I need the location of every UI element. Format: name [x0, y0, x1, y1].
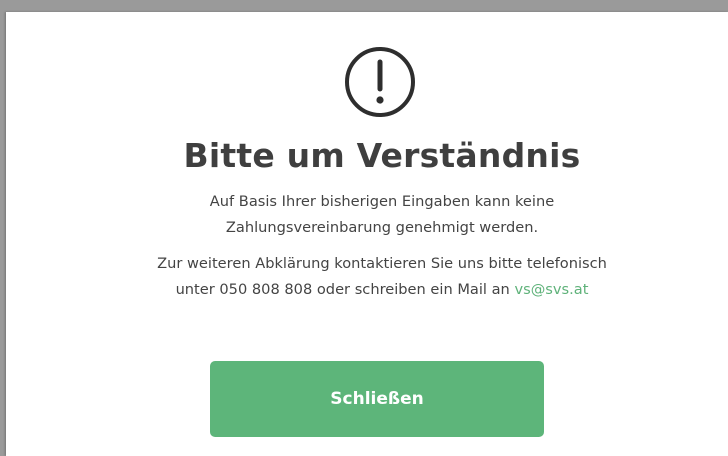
message-line-1: Auf Basis Ihrer bisherigen Eingaben kann…: [209, 193, 555, 210]
contact-line-2-text: unter 050 808 808 oder schreiben ein Mai…: [175, 281, 515, 298]
exclamation-circle-icon: [345, 47, 415, 117]
close-button[interactable]: Schließen: [210, 361, 544, 437]
contact-line-2: unter 050 808 808 oder schreiben ein Mai…: [6, 277, 728, 303]
screen-background: Bitte um Verständnis Auf Basis Ihrer bis…: [0, 0, 728, 456]
info-dialog: Bitte um Verständnis Auf Basis Ihrer bis…: [6, 12, 728, 456]
message-line-2: Zahlungsvereinbarung genehmigt werden.: [225, 219, 539, 236]
contact-message: Zur weiteren Abklärung kontaktieren Sie …: [6, 251, 728, 303]
dialog-message: Auf Basis Ihrer bisherigen Eingaben kann…: [6, 189, 728, 241]
dialog-title: Bitte um Verständnis: [183, 136, 581, 175]
email-link[interactable]: vs@svs.at: [514, 281, 588, 298]
contact-line-1: Zur weiteren Abklärung kontaktieren Sie …: [157, 255, 607, 272]
